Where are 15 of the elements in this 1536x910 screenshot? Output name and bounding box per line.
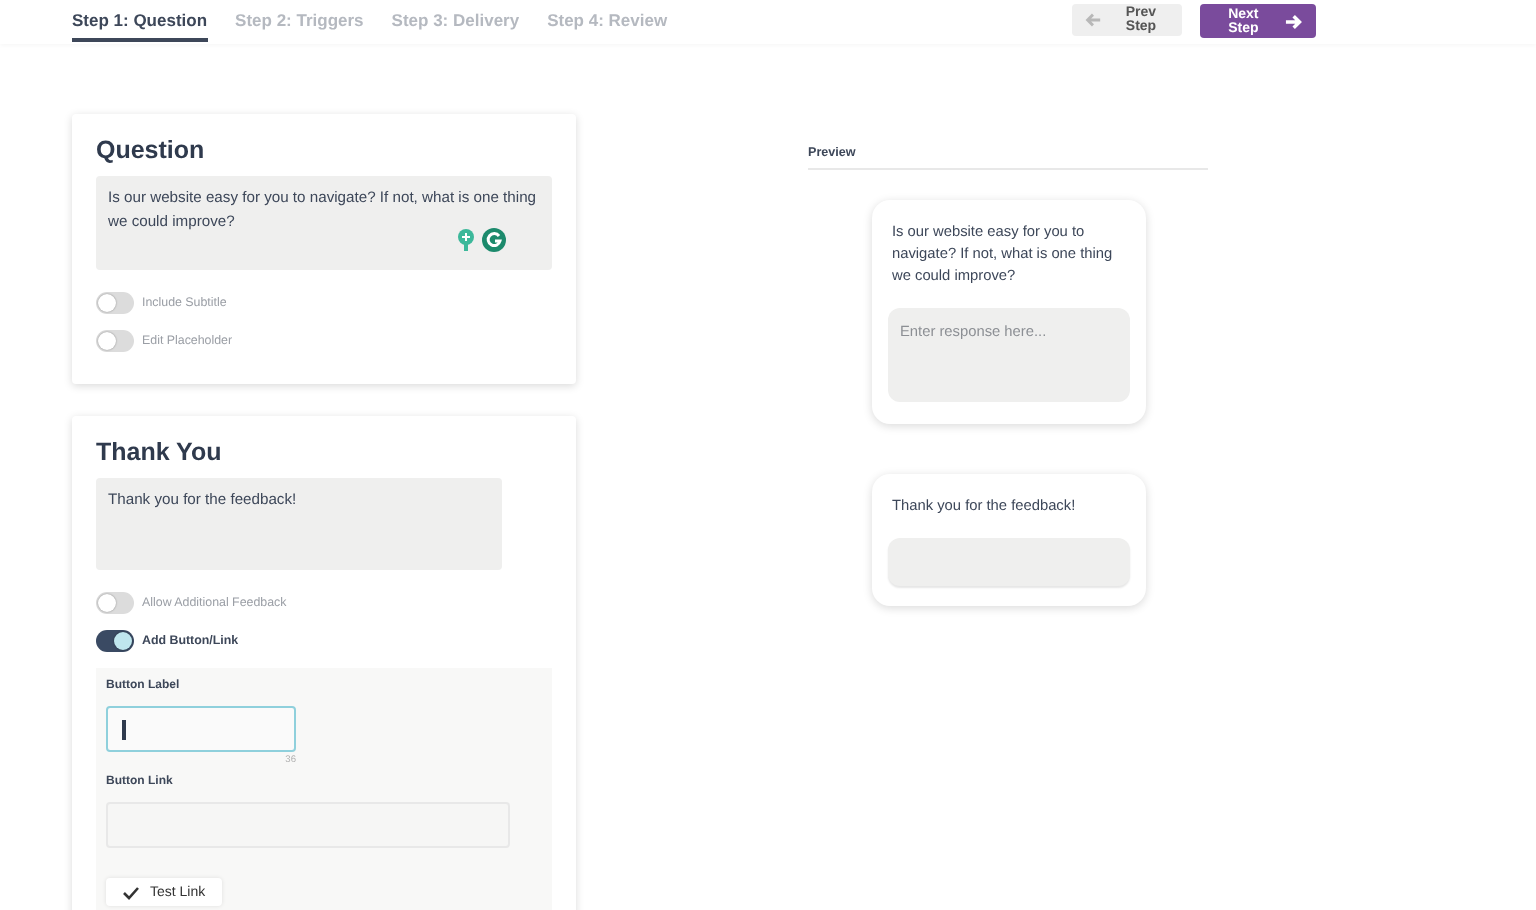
arrow-left-icon [1084, 12, 1102, 28]
preview-button[interactable] [888, 538, 1130, 586]
card-title: Question [96, 136, 207, 168]
toggle-switch[interactable] [96, 630, 134, 652]
toggle-switch[interactable] [96, 292, 134, 314]
lightbulb-icon[interactable] [456, 228, 476, 252]
checkmark-icon [122, 885, 140, 899]
toggle-switch[interactable] [96, 330, 134, 352]
text-cursor-icon [122, 719, 126, 739]
card-title: Thank You [96, 438, 224, 470]
button-label-field[interactable] [106, 706, 296, 752]
swirl-icon[interactable] [482, 228, 506, 252]
arrow-right-icon [1284, 13, 1304, 29]
toggle-switch[interactable] [96, 592, 134, 614]
step-tab[interactable]: Step 1: Question [72, 0, 208, 42]
